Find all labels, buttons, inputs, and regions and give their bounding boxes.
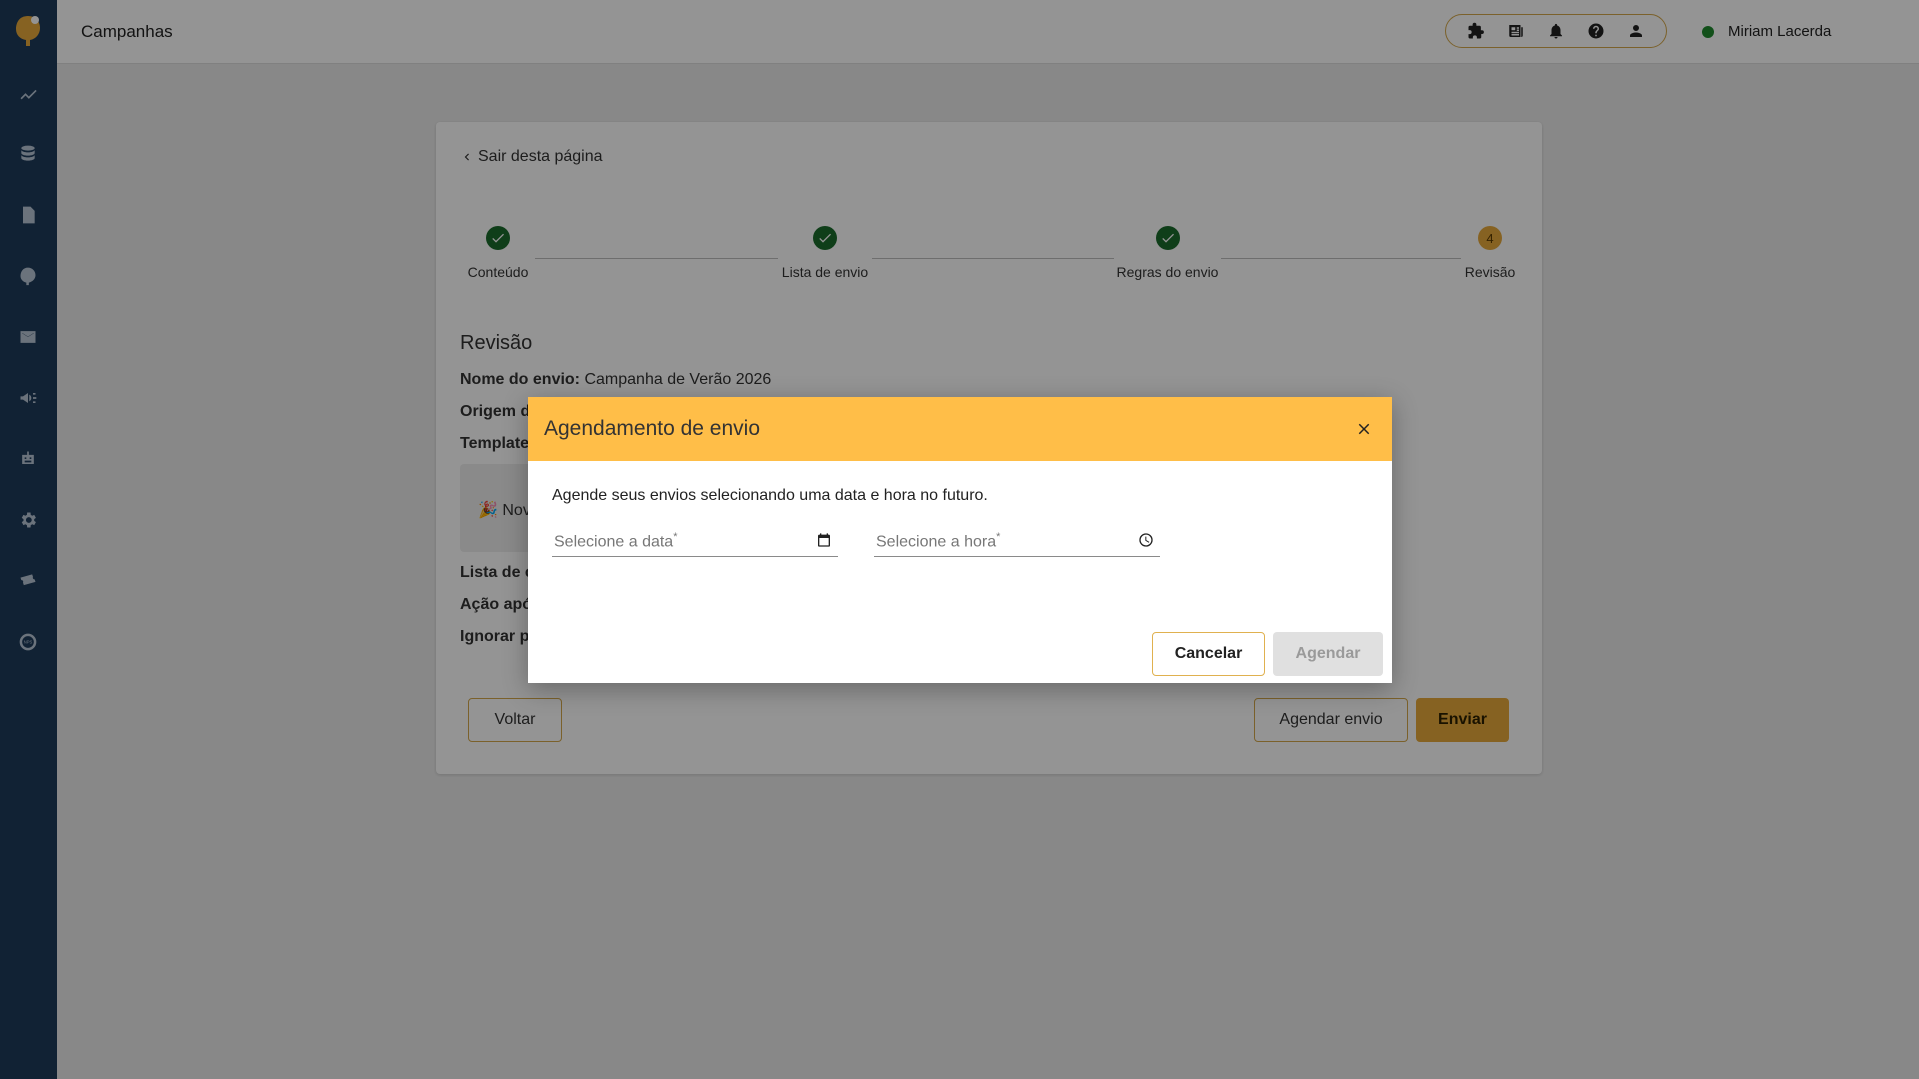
calendar-icon[interactable] <box>816 532 834 550</box>
date-placeholder: Selecione a data* <box>554 531 678 551</box>
cancel-button[interactable]: Cancelar <box>1152 632 1265 676</box>
dialog-description: Agende seus envios selecionando uma data… <box>552 487 988 504</box>
time-placeholder: Selecione a hora* <box>876 531 1001 551</box>
dialog-title: Agendamento de envio <box>544 417 760 440</box>
schedule-dialog: Agendamento de envio Agende seus envios … <box>528 397 1392 683</box>
clock-icon[interactable] <box>1138 532 1156 550</box>
date-field[interactable]: Selecione a data* <box>552 527 838 557</box>
time-field[interactable]: Selecione a hora* <box>874 527 1160 557</box>
close-icon[interactable] <box>1352 417 1376 441</box>
schedule-confirm-button[interactable]: Agendar <box>1273 632 1383 676</box>
dialog-header: Agendamento de envio <box>528 397 1392 461</box>
